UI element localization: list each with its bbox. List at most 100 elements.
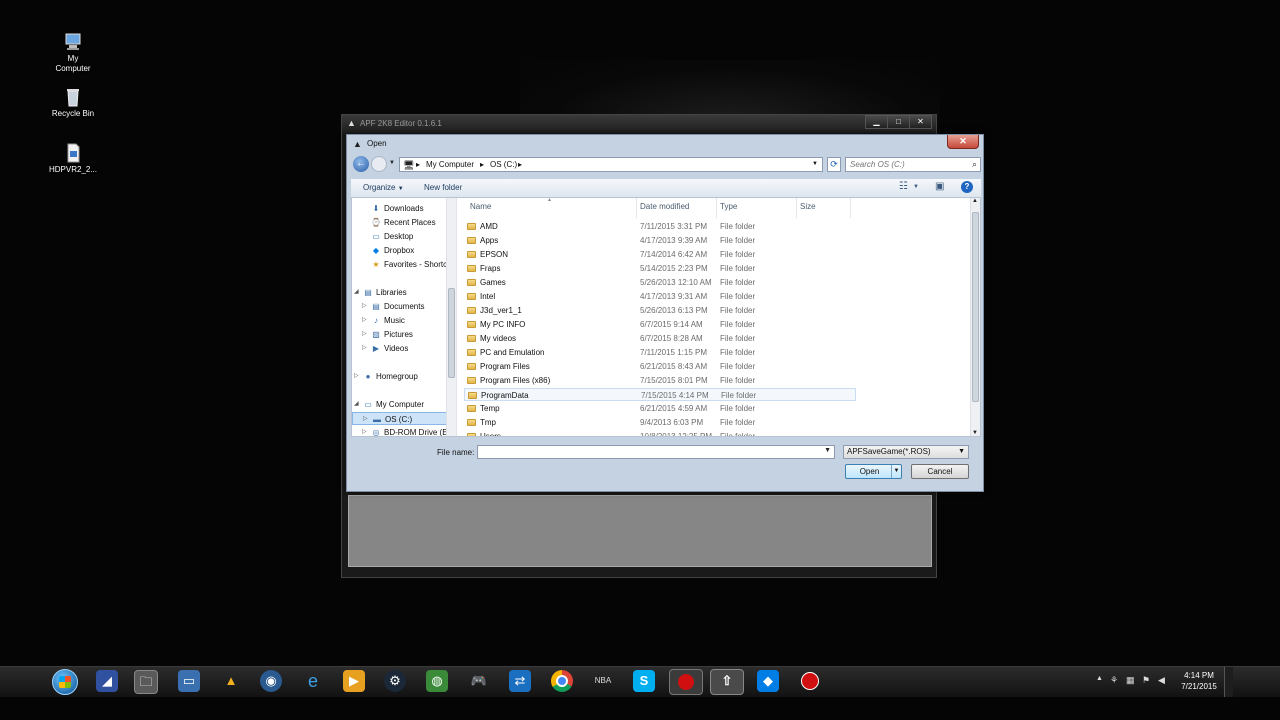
forward-button[interactable] xyxy=(371,156,387,172)
table-row[interactable]: My videos 6/7/2015 8:28 AM File folder xyxy=(464,332,856,345)
remote-desktop-icon[interactable]: ▭ xyxy=(178,670,200,692)
nav-item-desktop[interactable]: ▭ Desktop xyxy=(352,230,456,243)
column-header-date-modified[interactable]: Date modified xyxy=(640,202,689,211)
collapse-arrow-icon[interactable]: ◢ xyxy=(354,286,359,299)
column-divider[interactable] xyxy=(796,198,797,218)
gamepad-icon[interactable]: 🎮 xyxy=(468,670,490,692)
dropbox-icon[interactable]: ◆ xyxy=(757,670,779,692)
column-header-type[interactable]: Type xyxy=(720,202,737,211)
file-name-field[interactable]: ▼ xyxy=(477,445,835,459)
table-row[interactable]: My PC INFO 6/7/2015 9:14 AM File folder xyxy=(464,318,856,331)
desktop-icon-my-computer[interactable]: My Computer xyxy=(43,32,103,74)
view-dropdown-icon[interactable]: ▼ xyxy=(913,184,919,190)
nav-item-favorites-shortc[interactable]: ★ Favorites - Shortc xyxy=(352,258,456,271)
breadcrumb-separator-icon[interactable]: ▸ xyxy=(480,160,484,169)
cancel-button[interactable]: Cancel xyxy=(911,464,969,479)
change-view-icon[interactable]: ☷ xyxy=(899,181,908,192)
app-icon[interactable]: ◢ xyxy=(96,670,118,692)
expand-arrow-icon[interactable]: ▷ xyxy=(362,426,367,436)
close-button[interactable]: ✕ xyxy=(947,135,979,149)
scrollbar-thumb[interactable] xyxy=(972,212,979,402)
breadcrumb-os-c[interactable]: OS (C:) xyxy=(490,160,517,169)
breadcrumb-my-computer[interactable]: My Computer xyxy=(426,160,474,169)
address-bar[interactable]: 🖥 ▸ My Computer ▸ OS (C:) ▸ ▼ xyxy=(399,157,823,172)
start-button[interactable] xyxy=(52,669,78,695)
table-row[interactable]: EPSON 7/14/2014 6:42 AM File folder xyxy=(464,248,856,261)
table-row[interactable]: Tmp 9/4/2013 6:03 PM File folder xyxy=(464,416,856,429)
expand-arrow-icon[interactable]: ▷ xyxy=(362,300,367,313)
media-player-icon[interactable]: ▶ xyxy=(343,670,365,692)
internet-explorer-icon[interactable]: e xyxy=(302,670,324,692)
game-icon[interactable]: NBA xyxy=(592,670,614,692)
table-row[interactable]: J3d_ver1_1 5/26/2013 6:13 PM File folder xyxy=(464,304,856,317)
search-input[interactable] xyxy=(846,158,960,171)
green-app-icon[interactable]: ◍ xyxy=(426,670,448,692)
table-row[interactable]: Program Files (x86) 7/15/2015 8:01 PM File… xyxy=(464,374,856,387)
organize-button[interactable]: Organize ▼ xyxy=(363,183,404,192)
search-icon[interactable]: ⌕ xyxy=(972,159,977,170)
column-header-name[interactable]: Name xyxy=(470,202,491,211)
nav-item-libraries[interactable]: ◢ ▤ Libraries xyxy=(352,286,456,299)
column-header-size[interactable]: Size xyxy=(800,202,816,211)
scroll-down-icon[interactable]: ▼ xyxy=(972,430,978,436)
table-row[interactable]: Intel 4/17/2013 9:31 AM File folder xyxy=(464,290,856,303)
network-icon[interactable]: ⚘ xyxy=(1110,675,1118,686)
new-folder-button[interactable]: New folder xyxy=(424,183,462,192)
table-row[interactable]: Users 10/8/2013 12:25 PM File folder xyxy=(464,430,856,436)
nav-item-recent-places[interactable]: ⌚ Recent Places xyxy=(352,216,456,229)
address-dropdown-icon[interactable]: ▼ xyxy=(812,161,818,167)
help-icon[interactable]: ? xyxy=(961,181,973,193)
table-row[interactable]: Temp 6/21/2015 4:59 AM File folder xyxy=(464,402,856,415)
table-row[interactable]: PC and Emulation 7/11/2015 1:15 PM File fo… xyxy=(464,346,856,359)
expand-arrow-icon[interactable]: ▷ xyxy=(362,314,367,327)
file-name-dropdown-icon[interactable]: ▼ xyxy=(824,447,831,454)
minimize-button[interactable]: ▁ xyxy=(865,115,888,129)
app-icon[interactable]: ▲ xyxy=(220,670,242,692)
scroll-up-icon[interactable]: ▲ xyxy=(972,198,978,204)
recent-locations-chevron-icon[interactable]: ▼ xyxy=(389,160,395,166)
navigation-scrollbar[interactable] xyxy=(446,198,456,436)
collapse-arrow-icon[interactable]: ◢ xyxy=(354,398,359,411)
column-divider[interactable] xyxy=(850,198,851,218)
nav-item-dropbox[interactable]: ◆ Dropbox xyxy=(352,244,456,257)
expand-arrow-icon[interactable]: ▷ xyxy=(354,370,359,383)
file-list-scrollbar[interactable]: ▲ ▼ xyxy=(970,198,980,436)
nav-item-downloads[interactable]: ⬇ Downloads xyxy=(352,202,456,215)
steam-icon[interactable]: ⚙ xyxy=(384,670,406,692)
nav-item-videos[interactable]: ▷ ▶ Videos xyxy=(352,342,456,355)
open-button[interactable]: Open ▼ xyxy=(845,464,902,479)
show-desktop-button[interactable] xyxy=(1224,667,1233,697)
record-icon[interactable] xyxy=(799,670,821,692)
nav-item-os-c[interactable]: ▷ ▬ OS (C:) xyxy=(352,412,456,425)
column-divider[interactable] xyxy=(636,198,637,218)
nav-item-bd-rom-drive-e[interactable]: ▷ ◎ BD-ROM Drive (E xyxy=(352,426,456,436)
close-button[interactable]: ✕ xyxy=(909,115,932,129)
table-row[interactable]: Apps 4/17/2013 9:39 AM File folder xyxy=(464,234,856,247)
record-icon[interactable] xyxy=(669,669,703,695)
breadcrumb-separator-icon[interactable]: ▸ xyxy=(416,160,420,169)
signal-icon[interactable]: ⚑ xyxy=(1142,675,1150,686)
breadcrumb-separator-icon[interactable]: ▸ xyxy=(518,160,522,169)
tray-app-icon[interactable]: ▦ xyxy=(1126,675,1135,686)
open-options-dropdown-icon[interactable]: ▼ xyxy=(891,465,901,478)
table-row[interactable]: AMD 7/11/2015 3:31 PM File folder xyxy=(464,220,856,233)
nav-item-music[interactable]: ▷ ♪ Music xyxy=(352,314,456,327)
nav-item-pictures[interactable]: ▷ ▨ Pictures xyxy=(352,328,456,341)
column-divider[interactable] xyxy=(716,198,717,218)
file-type-select[interactable]: APFSaveGame(*.ROS) ▼ xyxy=(843,445,969,459)
expand-arrow-icon[interactable]: ▷ xyxy=(362,328,367,341)
table-row[interactable]: Fraps 5/14/2015 2:23 PM File folder xyxy=(464,262,856,275)
apf-editor-icon[interactable]: ⇧ xyxy=(710,669,744,695)
table-row[interactable]: ProgramData 7/15/2015 4:14 PM File folder xyxy=(464,388,856,401)
expand-arrow-icon[interactable]: ▷ xyxy=(362,342,367,355)
desktop-icon-recycle-bin[interactable]: Recycle Bin xyxy=(43,87,103,119)
desktop-icon-hdpvr2[interactable]: HDPVR2_2... xyxy=(43,143,103,175)
maximize-button[interactable]: □ xyxy=(887,115,910,129)
table-row[interactable]: Program Files 6/21/2015 8:43 AM File folde… xyxy=(464,360,856,373)
back-button[interactable]: ← xyxy=(353,156,369,172)
media-icon[interactable]: ◉ xyxy=(260,670,282,692)
nav-item-my-computer[interactable]: ◢ ▭ My Computer xyxy=(352,398,456,411)
scrollbar-thumb[interactable] xyxy=(448,288,455,378)
table-row[interactable]: Games 5/26/2013 12:10 AM File folder xyxy=(464,276,856,289)
show-hidden-icons-icon[interactable]: ▲ xyxy=(1096,675,1103,682)
